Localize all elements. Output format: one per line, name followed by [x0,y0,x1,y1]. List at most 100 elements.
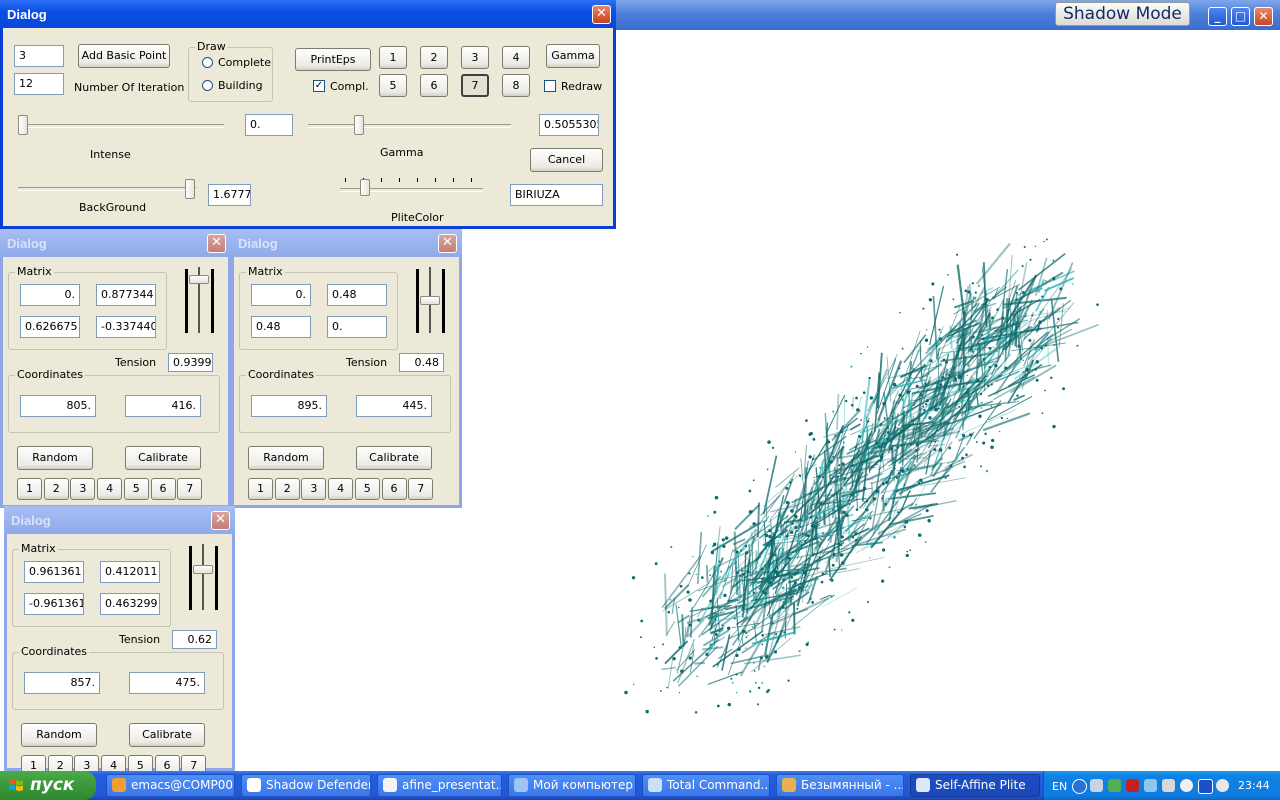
point-number-button-6[interactable]: 6 [150,478,176,500]
random-button[interactable]: Random [17,446,93,470]
coordinate-y-field[interactable]: 475. [129,672,205,694]
point-number-button-7[interactable]: 7 [177,478,203,500]
tension-field[interactable]: 0.9399 [168,353,213,372]
coordinate-y-field[interactable]: 416. [125,395,201,417]
number-button-1[interactable]: 1 [379,46,407,69]
point-number-button-5[interactable]: 5 [354,478,380,500]
tension-slider[interactable] [420,296,440,305]
taskbar-item[interactable]: Self-Affine Plite [910,774,1040,797]
gamma-slider[interactable] [354,115,364,135]
matrix-a-field[interactable]: 0. [251,284,311,306]
matrix-b-field[interactable]: 0.877344 [96,284,156,306]
matrix-a-field[interactable]: 0.961361 [24,561,84,583]
minimize-icon[interactable]: _ [1208,7,1227,26]
number-button-8[interactable]: 8 [502,74,530,97]
paint-icon [782,778,796,792]
number-button-3[interactable]: 3 [461,46,489,69]
volume-icon[interactable] [1162,779,1175,792]
settings-dialog-close-icon[interactable]: ✕ [592,5,611,24]
add-basic-point-button[interactable]: Add Basic Point [78,44,170,68]
coordinate-x-field[interactable]: 805. [20,395,96,417]
close-icon[interactable]: ✕ [1254,7,1273,26]
number-button-4[interactable]: 4 [502,46,530,69]
dropbox-icon[interactable] [1144,779,1157,792]
calibrate-button[interactable]: Calibrate [129,723,205,747]
number-button-2[interactable]: 2 [420,46,448,69]
point-number-button-3[interactable]: 3 [70,478,96,500]
antivirus-icon[interactable] [1180,779,1193,792]
print-eps-button[interactable]: PrintEps [295,48,371,71]
random-button[interactable]: Random [21,723,97,747]
gamma-button[interactable]: Gamma [546,44,600,68]
point-dialog-close-icon[interactable]: ✕ [438,234,457,253]
point-number-button-2[interactable]: 2 [274,478,300,500]
tension-field[interactable]: 0.48 [399,353,444,372]
matrix-b-field[interactable]: 0.412011 [100,561,160,583]
maximize-icon[interactable]: □ [1231,7,1250,26]
point-number-button-1[interactable]: 1 [17,478,42,500]
matrix-c-field[interactable]: 0.48 [251,316,311,338]
fractal-dot [730,677,733,680]
fractal-dot [860,352,862,355]
point-dialog-close-icon[interactable]: ✕ [207,234,226,253]
basic-points-field[interactable]: 3 [14,45,64,67]
tension-slider[interactable] [193,565,213,574]
iterations-field[interactable]: 12 [14,73,64,95]
calibrate-button[interactable]: Calibrate [356,446,432,470]
taskbar-item[interactable]: emacs@COMP001 [106,774,235,797]
compl-checkbox[interactable]: ✓ [313,80,325,92]
matrix-c-field[interactable]: 0.626675 [20,316,80,338]
matrix-b-field[interactable]: 0.48 [327,284,387,306]
point-dialog-close-icon[interactable]: ✕ [211,511,230,530]
tension-slider[interactable] [189,275,209,284]
tray-expand-icon[interactable] [1072,779,1087,794]
point-number-button-2[interactable]: 2 [43,478,69,500]
background-slider[interactable] [185,179,195,199]
matrix-a-field[interactable]: 0. [20,284,80,306]
intense-field[interactable]: 0. [245,114,293,136]
coordinate-x-field[interactable]: 895. [251,395,327,417]
taskbar-item[interactable]: Мой компьютер [508,774,636,797]
network-icon[interactable] [1090,779,1103,792]
number-button-5[interactable]: 5 [379,74,407,97]
redraw-checkbox[interactable] [544,80,556,92]
plite-color-field[interactable]: BIRIUZA [510,184,603,206]
point-number-button-4[interactable]: 4 [328,478,354,500]
taskbar-item[interactable]: Total Command... [642,774,770,797]
number-button-7[interactable]: 7 [461,74,489,97]
matrix-d-field[interactable]: -0.337440 [96,316,156,338]
fractal-dot [752,661,755,664]
plite-color-slider[interactable] [360,179,370,196]
tension-field[interactable]: 0.62 [172,630,217,649]
coordinate-x-field[interactable]: 857. [24,672,100,694]
point-number-button-4[interactable]: 4 [97,478,123,500]
background-field[interactable]: 1.6777 [208,184,251,206]
number-button-6[interactable]: 6 [420,74,448,97]
draw-complete-radio[interactable] [202,57,213,68]
language-indicator[interactable]: EN [1052,780,1067,793]
bluetooth-icon[interactable] [1198,779,1213,794]
coordinate-y-field[interactable]: 445. [356,395,432,417]
shadow-defender-tray-icon[interactable] [1216,779,1229,792]
draw-building-radio[interactable] [202,80,213,91]
calibrate-button[interactable]: Calibrate [125,446,201,470]
shadow-mode-button[interactable]: Shadow Mode [1055,2,1190,26]
gamma-field[interactable]: 0.5055305 [539,114,599,136]
wifi-icon[interactable] [1108,779,1121,792]
matrix-d-field[interactable]: 0. [327,316,387,338]
taskbar-item[interactable]: afine_presentat... [377,774,502,797]
random-button[interactable]: Random [248,446,324,470]
ati-icon[interactable] [1126,779,1139,792]
point-number-button-7[interactable]: 7 [408,478,434,500]
taskbar-item[interactable]: Shadow Defender [241,774,371,797]
point-number-button-5[interactable]: 5 [123,478,149,500]
point-number-button-1[interactable]: 1 [248,478,273,500]
intense-slider[interactable] [18,115,28,135]
point-number-button-3[interactable]: 3 [301,478,327,500]
point-number-button-6[interactable]: 6 [381,478,407,500]
cancel-button[interactable]: Cancel [530,148,603,172]
fractal-dot [1037,326,1040,328]
matrix-c-field[interactable]: -0.961361 [24,593,84,615]
matrix-d-field[interactable]: 0.463299 [100,593,160,615]
taskbar-item[interactable]: Безымянный - ... [776,774,904,797]
